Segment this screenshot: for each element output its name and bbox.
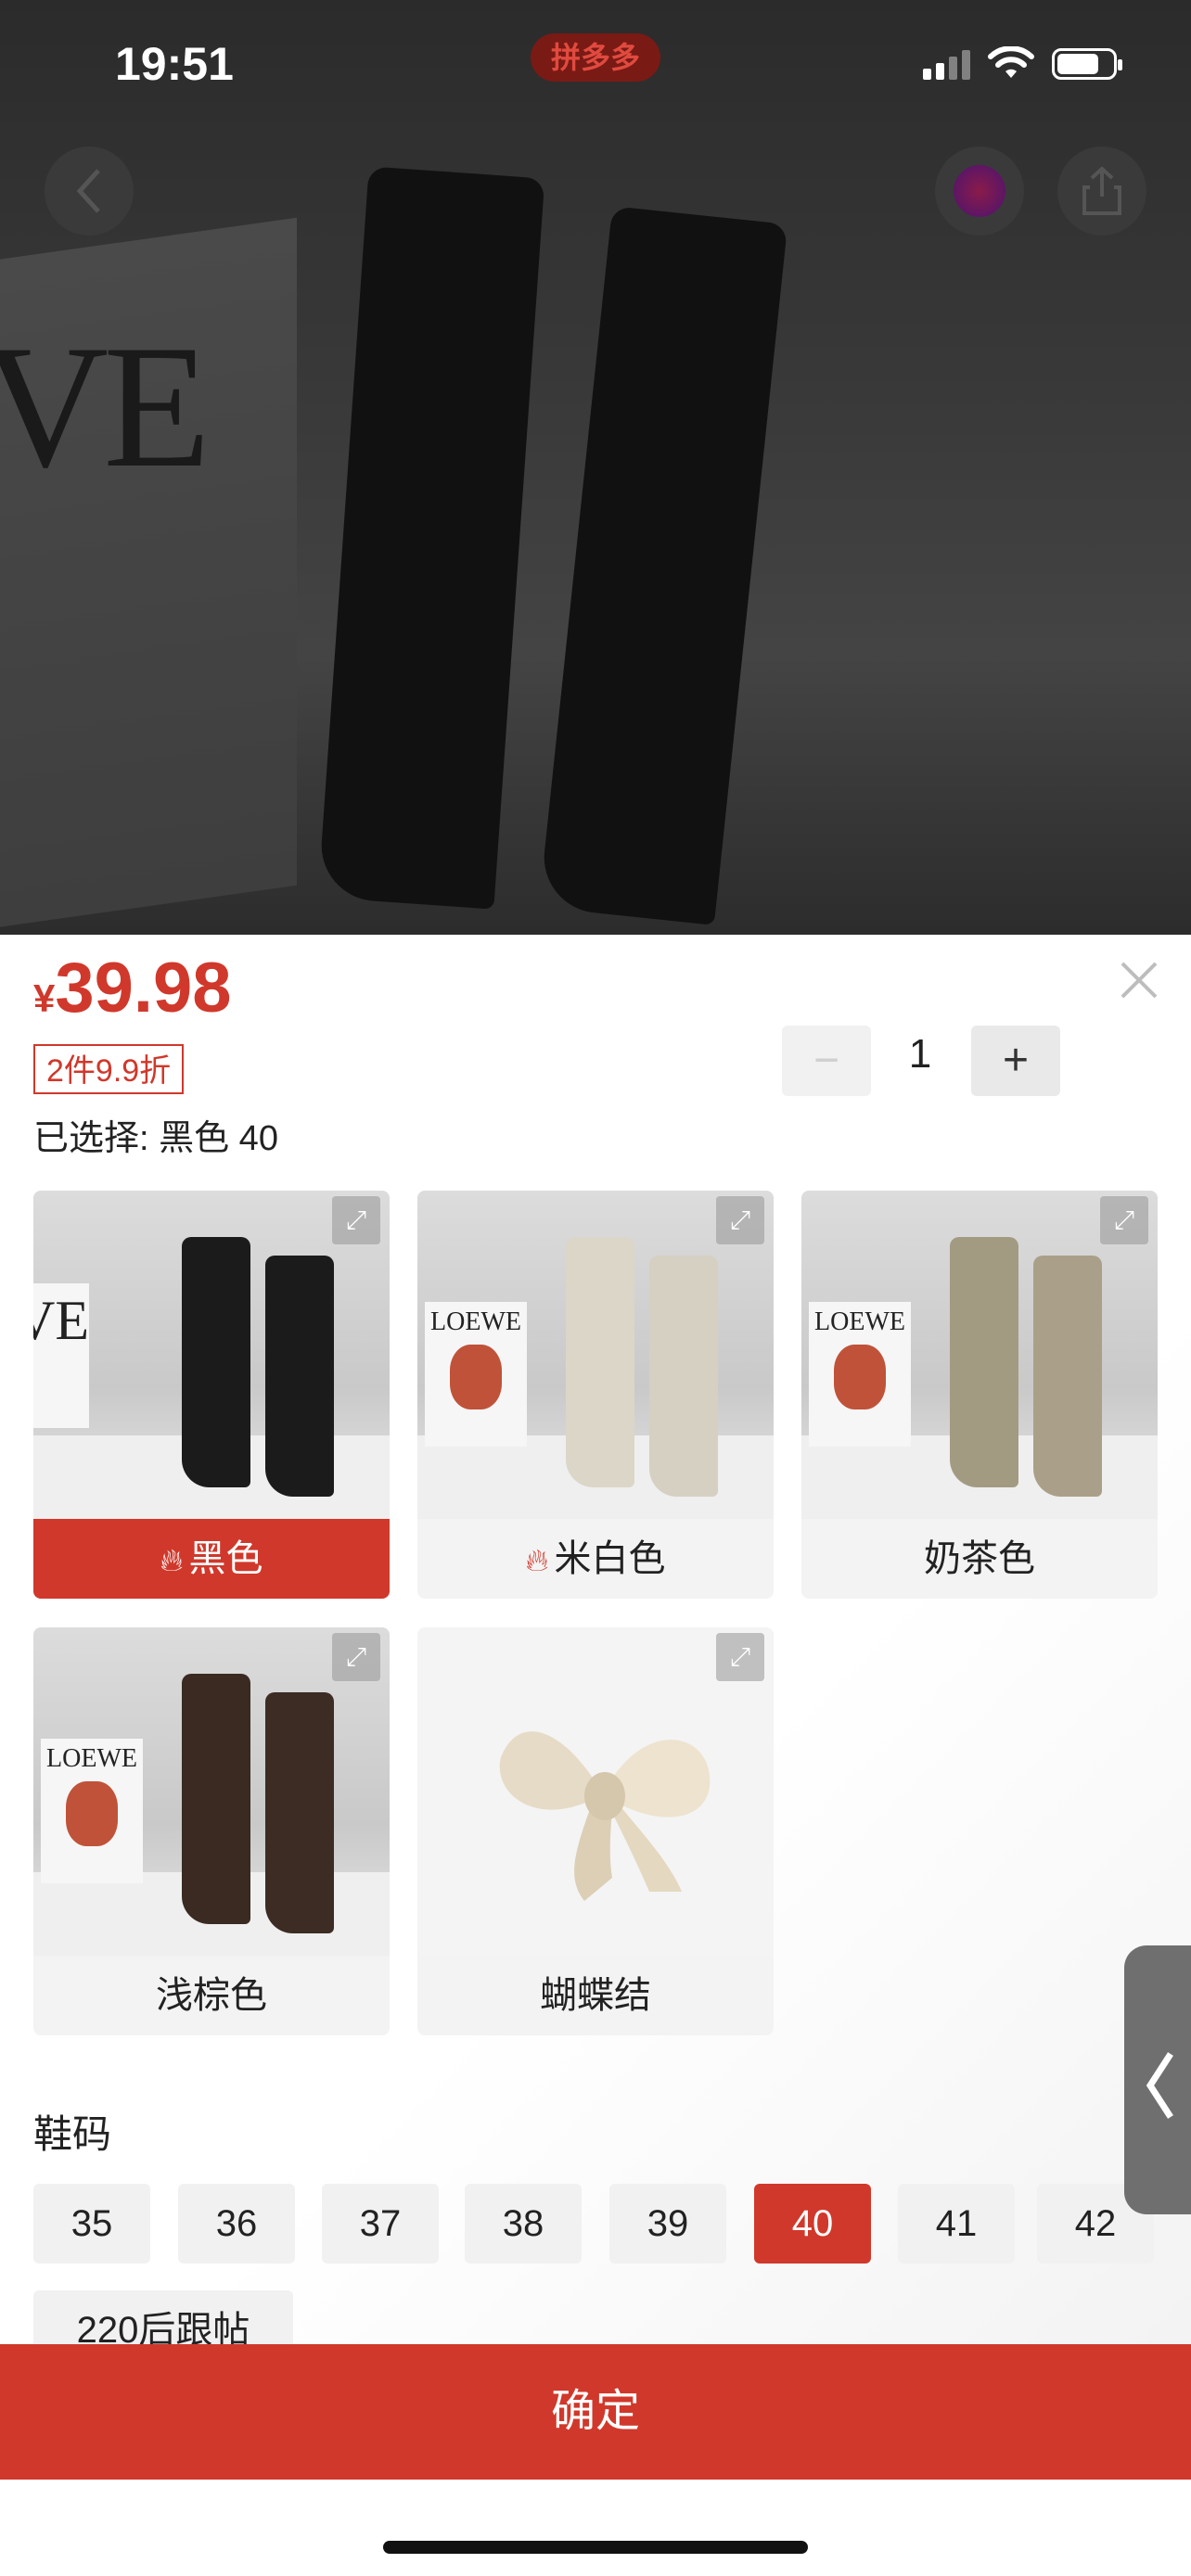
size-option[interactable]: 39 bbox=[609, 2184, 726, 2264]
expand-icon[interactable]: ⤢ bbox=[1100, 1196, 1148, 1244]
color-option-label: 蝴蝶结 bbox=[540, 1975, 651, 2016]
close-icon bbox=[1121, 962, 1158, 999]
size-section-title: 鞋码 bbox=[33, 2112, 112, 2156]
home-indicator[interactable] bbox=[383, 2541, 808, 2554]
quantity-increase-button[interactable]: + bbox=[971, 1026, 1060, 1096]
color-option-label: 奶茶色 bbox=[924, 1538, 1035, 1579]
hot-flame-icon: 🔥︎ bbox=[525, 1543, 549, 1578]
promo-badge: 2件9.9折 bbox=[33, 1044, 185, 1094]
bow-image bbox=[499, 1731, 711, 1901]
share-button[interactable] bbox=[1057, 147, 1146, 236]
color-option-label: 浅棕色 bbox=[156, 1975, 267, 2016]
size-option[interactable]: 38 bbox=[465, 2184, 582, 2264]
selected-prefix: 已选择: bbox=[33, 1119, 160, 1158]
color-option-label: 🔥︎ 米白色 bbox=[525, 1538, 666, 1579]
expand-icon[interactable]: ⤢ bbox=[716, 1196, 764, 1244]
hot-flame-icon: 🔥︎ bbox=[160, 1543, 184, 1578]
home-area bbox=[0, 2480, 1191, 2576]
book-cover: LOEWE bbox=[809, 1302, 911, 1447]
price: ¥39.98 bbox=[33, 948, 232, 1028]
app-badge: 拼多多 bbox=[531, 33, 660, 82]
confirm-button[interactable]: 确定 bbox=[0, 2344, 1191, 2480]
wifi-icon bbox=[988, 46, 1034, 78]
status-bar: 19:51 拼多多 bbox=[0, 0, 1191, 130]
store-avatar-button[interactable] bbox=[935, 147, 1024, 236]
price-value: 39.98 bbox=[55, 949, 232, 1027]
status-time: 19:51 bbox=[115, 38, 234, 90]
boot-image-right bbox=[538, 206, 788, 925]
size-option[interactable]: 37 bbox=[322, 2184, 439, 2264]
store-avatar-icon bbox=[954, 165, 1005, 217]
color-option-card[interactable]: LOEWE ⤢ 奶茶色 bbox=[801, 1191, 1158, 1599]
share-icon bbox=[1082, 166, 1121, 215]
book-cover: LOEWE bbox=[41, 1739, 143, 1883]
quantity-value: 1 bbox=[908, 1031, 932, 1077]
signal-icon bbox=[923, 48, 970, 80]
color-option-card[interactable]: VE ⤢ 🔥︎ 黑色 bbox=[33, 1191, 390, 1599]
boot-image-left bbox=[317, 166, 545, 910]
size-option-selected[interactable]: 40 bbox=[754, 2184, 871, 2264]
bag-logo-text: VE bbox=[33, 1283, 89, 1428]
book-cover: LOEWE bbox=[425, 1302, 527, 1447]
close-button[interactable] bbox=[1113, 957, 1165, 1009]
expand-icon[interactable]: ⤢ bbox=[332, 1196, 380, 1244]
color-option-card[interactable]: LOEWE ⤢ 🔥︎ 米白色 bbox=[417, 1191, 774, 1599]
color-option-card[interactable]: ⤢ 蝴蝶结 bbox=[417, 1627, 774, 2035]
color-option-label: 🔥︎ 黑色 bbox=[33, 1519, 390, 1599]
status-icons bbox=[923, 46, 1122, 82]
chevron-left-icon bbox=[76, 169, 100, 213]
currency-symbol: ¥ bbox=[33, 976, 56, 1020]
back-button[interactable] bbox=[45, 147, 134, 236]
product-hero-image: VE bbox=[0, 0, 1191, 935]
quantity-decrease-button[interactable]: − bbox=[782, 1026, 871, 1096]
battery-icon bbox=[1052, 48, 1122, 80]
selected-summary: 已选择: 黑色 40 bbox=[33, 1109, 278, 1160]
selected-value: 黑色 40 bbox=[159, 1119, 278, 1158]
expand-icon[interactable]: ⤢ bbox=[332, 1633, 380, 1681]
size-option[interactable]: 36 bbox=[178, 2184, 295, 2264]
color-option-card[interactable]: LOEWE ⤢ 浅棕色 bbox=[33, 1627, 390, 2035]
chevron-left-icon bbox=[1146, 2051, 1173, 2119]
bag-logo-text: VE bbox=[0, 310, 211, 504]
size-option[interactable]: 41 bbox=[898, 2184, 1015, 2264]
side-drawer-handle[interactable] bbox=[1124, 1945, 1191, 2214]
size-option[interactable]: 35 bbox=[33, 2184, 150, 2264]
expand-icon[interactable]: ⤢ bbox=[716, 1633, 764, 1681]
